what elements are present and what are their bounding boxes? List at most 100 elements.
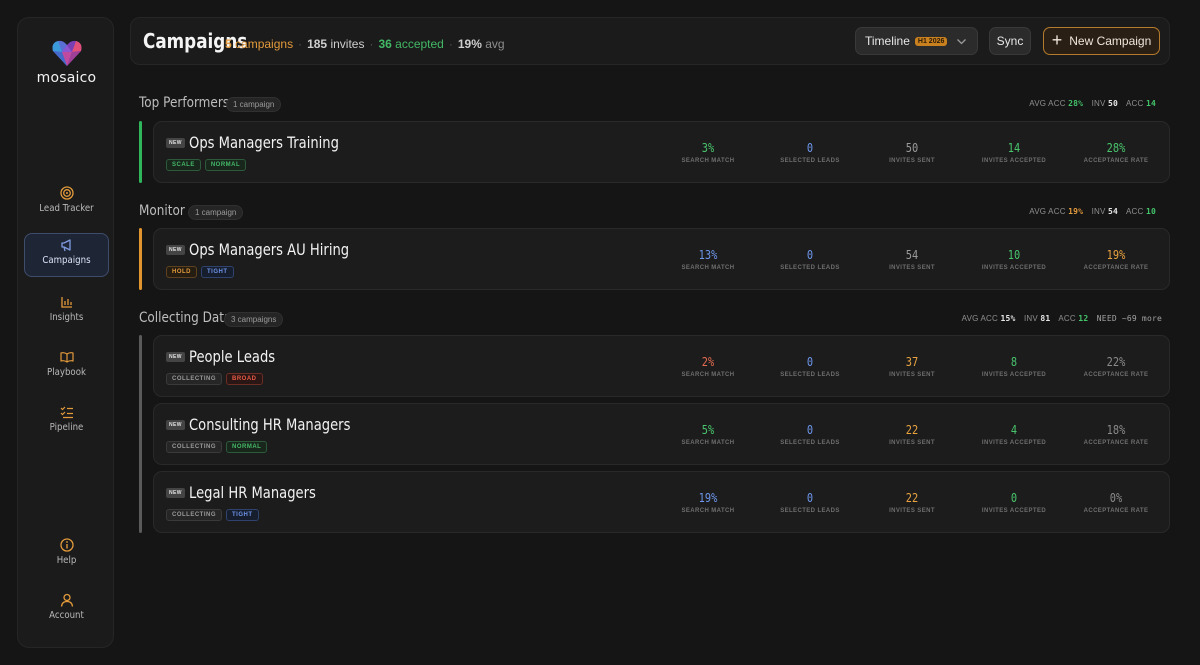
campaign-tags: HOLD TIGHT: [166, 266, 234, 278]
campaign-tags: COLLECTING NORMAL: [166, 441, 268, 453]
sidebar-item-label: Campaigns: [42, 255, 91, 266]
sidebar-item-label: Help: [56, 555, 77, 566]
metric-invites-sent: 37 INVITES SENT: [889, 355, 935, 378]
metric-acceptance-rate: 28% ACCEPTANCE RATE: [1083, 141, 1149, 164]
metric-selected-leads: 0 SELECTED LEADS: [780, 141, 840, 164]
new-badge: NEW: [166, 245, 185, 255]
tag: COLLECTING: [166, 441, 222, 453]
sidebar-item-label: Insights: [49, 312, 84, 323]
metric-acceptance-rate: 19% ACCEPTANCE RATE: [1083, 248, 1149, 271]
tag: COLLECTING: [166, 509, 222, 521]
metric-invites-accepted: 10 INVITES ACCEPTED: [981, 248, 1047, 271]
bar-chart-icon: [60, 297, 72, 308]
section-count-pill: 3 campaigns: [224, 312, 284, 327]
new-campaign-button[interactable]: + New Campaign: [1043, 27, 1160, 55]
sidebar: mosaico Lead Tracker Campaigns Insights …: [17, 17, 114, 648]
section-accent-bar: [139, 335, 142, 533]
stat-invites: 185 invites: [307, 37, 365, 51]
campaign-card[interactable]: NEW Ops Managers AU Hiring HOLD TIGHT 13…: [153, 228, 1170, 290]
new-campaign-label: New Campaign: [1069, 34, 1152, 48]
sidebar-item-lead-tracker[interactable]: Lead Tracker: [24, 181, 109, 225]
info-icon: [59, 538, 74, 552]
metric-selected-leads: 0 SELECTED LEADS: [780, 355, 840, 378]
metric-invites-accepted: 4 INVITES ACCEPTED: [981, 423, 1047, 446]
section-title-top-performers: Top Performers: [139, 95, 230, 111]
sidebar-item-playbook[interactable]: Playbook: [24, 345, 109, 389]
tag: SCALE: [166, 159, 201, 171]
metric-selected-leads: 0 SELECTED LEADS: [780, 248, 840, 271]
campaign-name: Ops Managers AU Hiring: [189, 240, 350, 259]
sidebar-item-pipeline[interactable]: Pipeline: [24, 400, 109, 444]
new-badge: NEW: [166, 488, 185, 498]
sidebar-item-insights[interactable]: Insights: [24, 290, 109, 334]
tag: NORMAL: [226, 441, 268, 453]
campaign-name: People Leads: [189, 347, 276, 366]
campaign-tags: COLLECTING BROAD: [166, 373, 263, 385]
plus-icon: +: [1051, 30, 1063, 50]
timeline-dropdown[interactable]: Timeline H1 2026: [855, 27, 978, 55]
new-badge: NEW: [166, 352, 185, 362]
campaign-name: Ops Managers Training: [189, 133, 339, 152]
campaign-tags: SCALE NORMAL: [166, 159, 247, 171]
book-icon: [59, 352, 74, 363]
new-badge: NEW: [166, 420, 185, 430]
metric-invites-sent: 22 INVITES SENT: [889, 491, 935, 514]
logo[interactable]: mosaico: [18, 38, 115, 86]
section-summary: AVG ACC 19% INV 54 ACC 10: [1029, 207, 1156, 216]
summary-stats: 5 campaigns · 185 invites · 36 accepted · 19% …: [225, 37, 505, 51]
section-count-pill: 1 campaign: [188, 205, 244, 220]
section-summary: AVG ACC 15% INV 81 ACC 12 NEED ~69 more: [961, 314, 1162, 323]
sidebar-item-account[interactable]: Account: [24, 588, 109, 632]
metric-acceptance-rate: 22% ACCEPTANCE RATE: [1083, 355, 1149, 378]
user-icon: [60, 593, 73, 607]
campaign-card[interactable]: NEW Legal HR Managers COLLECTING TIGHT 1…: [153, 471, 1170, 533]
chevron-down-icon: [957, 39, 966, 45]
stat-avg: 19% avg: [457, 37, 505, 51]
metric-invites-sent: 50 INVITES SENT: [889, 141, 935, 164]
sidebar-item-help[interactable]: Help: [24, 533, 109, 577]
metric-selected-leads: 0 SELECTED LEADS: [780, 423, 840, 446]
sidebar-item-label: Lead Tracker: [39, 203, 94, 214]
metric-search-match: 5% SEARCH MATCH: [681, 423, 735, 446]
section-title-collecting-data: Collecting Data: [139, 310, 232, 326]
checklist-icon: [60, 406, 73, 419]
metric-invites-accepted: 0 INVITES ACCEPTED: [981, 491, 1047, 514]
metric-invites-sent: 22 INVITES SENT: [889, 423, 935, 446]
tag: COLLECTING: [166, 373, 222, 385]
metric-search-match: 19% SEARCH MATCH: [681, 491, 735, 514]
campaign-name: Consulting HR Managers: [189, 415, 351, 434]
campaign-card[interactable]: NEW Ops Managers Training SCALE NORMAL 3…: [153, 121, 1170, 183]
sidebar-item-label: Pipeline: [49, 422, 84, 433]
app-name: mosaico: [36, 70, 97, 86]
page-header: Campaigns 5 campaigns · 185 invites · 36 acc…: [130, 17, 1170, 65]
megaphone-icon: [60, 239, 71, 252]
sidebar-item-label: Account: [49, 610, 84, 621]
section-accent-bar: [139, 228, 142, 290]
section-title-monitor: Monitor: [139, 203, 185, 219]
tag: TIGHT: [201, 266, 234, 278]
sidebar-item-campaigns[interactable]: Campaigns: [24, 233, 109, 277]
campaign-card[interactable]: NEW Consulting HR Managers COLLECTING NO…: [153, 403, 1170, 465]
tag: BROAD: [226, 373, 263, 385]
sync-button[interactable]: Sync: [989, 27, 1031, 55]
metric-invites-accepted: 14 INVITES ACCEPTED: [981, 141, 1047, 164]
campaign-name: Legal HR Managers: [189, 483, 316, 502]
metric-acceptance-rate: 0% ACCEPTANCE RATE: [1083, 491, 1149, 514]
campaign-card[interactable]: NEW People Leads COLLECTING BROAD 2% SEAR…: [153, 335, 1170, 397]
section-count-pill: 1 campaign: [226, 97, 282, 112]
metric-invites-sent: 54 INVITES SENT: [889, 248, 935, 271]
section-summary: AVG ACC 28% INV 50 ACC 14: [1029, 99, 1156, 108]
metric-acceptance-rate: 18% ACCEPTANCE RATE: [1083, 423, 1149, 446]
metric-search-match: 13% SEARCH MATCH: [681, 248, 735, 271]
tag: TIGHT: [226, 509, 259, 521]
mosaico-logo-icon: [52, 40, 81, 66]
stat-accepted: 36 accepted: [378, 37, 444, 51]
metric-selected-leads: 0 SELECTED LEADS: [780, 491, 840, 514]
section-accent-bar: [139, 121, 142, 183]
timeline-label: Timeline: [865, 34, 910, 48]
timeline-badge: H1 2026: [914, 36, 948, 46]
metric-invites-accepted: 8 INVITES ACCEPTED: [981, 355, 1047, 378]
tag: HOLD: [166, 266, 197, 278]
stat-campaigns: 5 campaigns: [225, 37, 294, 51]
campaign-tags: COLLECTING TIGHT: [166, 509, 259, 521]
